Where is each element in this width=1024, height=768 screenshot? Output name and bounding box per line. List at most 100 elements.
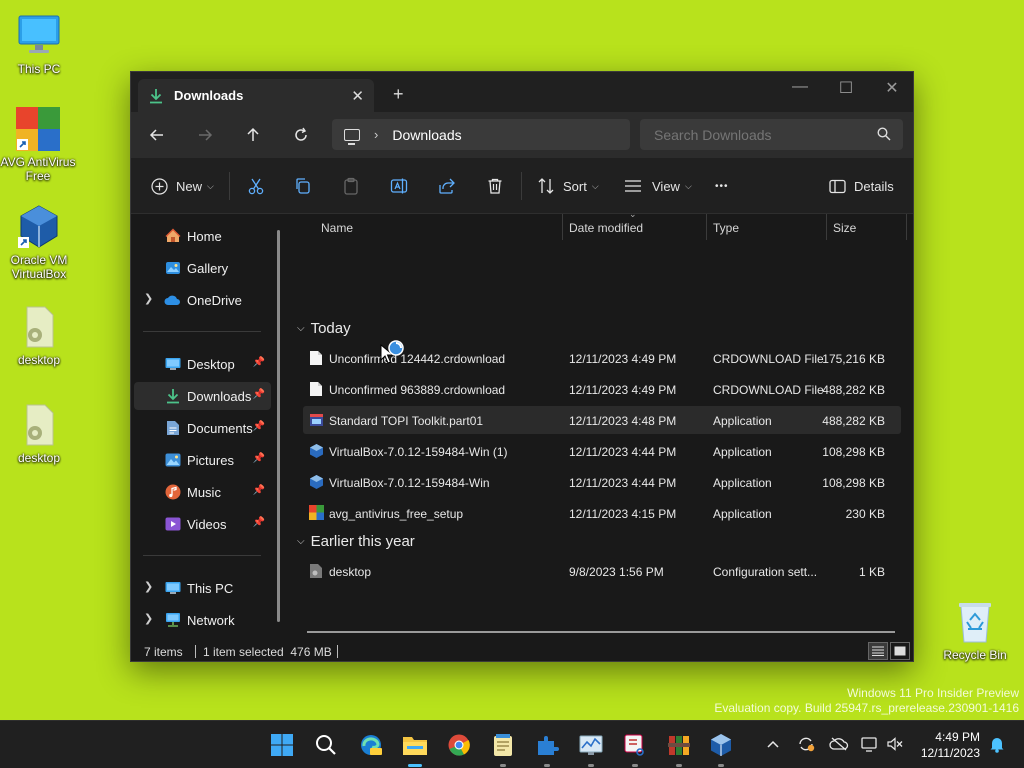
details-pane-icon xyxy=(829,179,846,193)
sidebar-item-home[interactable]: Home xyxy=(134,222,271,250)
column-header-size[interactable]: Size xyxy=(833,221,856,235)
taskbar-edge-preview[interactable] xyxy=(357,731,385,759)
breadcrumb-downloads[interactable]: Downloads xyxy=(392,127,461,143)
onedrive-offline-icon[interactable] xyxy=(828,733,850,755)
show-hidden-icons-chevron[interactable] xyxy=(762,733,784,755)
table-row[interactable]: VirtualBox-7.0.12-159484-Win (1) 12/11/2… xyxy=(303,437,901,465)
column-divider[interactable] xyxy=(706,214,707,240)
file-explorer-window[interactable]: Downloads ✕ + — ☐ ✕ › Downloads Search D… xyxy=(130,71,914,662)
table-row[interactable]: Unconfirmed 963889.crdownload 12/11/2023… xyxy=(303,375,901,403)
desktop-folder-icon xyxy=(164,356,181,372)
up-arrow-icon[interactable] xyxy=(242,124,264,146)
file-list-pane: Name ⌄ Date modified Type Size ⌵ Today U… xyxy=(289,209,915,641)
rename-icon xyxy=(390,178,408,194)
search-box[interactable] xyxy=(640,119,903,150)
taskbar-file-explorer[interactable] xyxy=(401,731,429,767)
table-row[interactable]: desktop 9/8/2023 1:56 PM Configuration s… xyxy=(303,557,901,585)
details-view-toggle[interactable] xyxy=(868,642,888,660)
share-button[interactable] xyxy=(438,176,456,196)
installer-app-icon xyxy=(309,412,324,428)
back-arrow-icon[interactable] xyxy=(146,124,168,146)
paste-button[interactable] xyxy=(342,176,360,196)
desktop-icon-recycle-bin[interactable]: Recycle Bin xyxy=(937,598,1013,662)
desktop-icon-desktop-1[interactable]: desktop xyxy=(1,303,77,367)
tab-downloads[interactable]: Downloads ✕ xyxy=(138,79,374,112)
search-icon[interactable] xyxy=(877,127,891,144)
forward-arrow-icon[interactable] xyxy=(194,124,216,146)
sidebar-item-downloads[interactable]: Downloads 📌 xyxy=(134,382,271,410)
search-input[interactable] xyxy=(654,126,864,143)
new-tab-button[interactable]: + xyxy=(393,84,404,105)
tiles-view-toggle[interactable] xyxy=(890,642,910,660)
start-button[interactable] xyxy=(268,731,296,759)
close-tab-icon[interactable]: ✕ xyxy=(351,87,364,105)
desktop-icon-this-pc[interactable]: This PC xyxy=(1,12,77,76)
taskbar-notepad[interactable] xyxy=(489,731,517,767)
file-name: Unconfirmed 963889.crdownload xyxy=(329,383,506,397)
desktop-icon-virtualbox[interactable]: Oracle VM VirtualBox xyxy=(1,203,77,281)
taskbar-snipping-tool[interactable] xyxy=(621,731,649,767)
view-button[interactable]: View ⌵ xyxy=(624,176,692,196)
rename-button[interactable] xyxy=(390,176,408,196)
chevron-right-icon[interactable]: ❯ xyxy=(144,612,153,625)
table-row[interactable]: VirtualBox-7.0.12-159484-Win 12/11/2023 … xyxy=(303,468,901,496)
sidebar-item-onedrive[interactable]: ❯ OneDrive xyxy=(134,286,271,314)
maximize-button[interactable]: ☐ xyxy=(831,78,861,98)
sidebar-item-videos[interactable]: Videos 📌 xyxy=(134,510,271,538)
sidebar-item-documents[interactable]: Documents 📌 xyxy=(134,414,271,442)
group-header-earlier[interactable]: ⌵ Earlier this year xyxy=(297,533,415,550)
network-display-icon[interactable] xyxy=(859,733,881,755)
column-divider[interactable] xyxy=(826,214,827,240)
delete-button[interactable] xyxy=(486,176,504,196)
group-header-today[interactable]: ⌵ Today xyxy=(297,320,351,337)
breadcrumb-chevron-icon[interactable]: › xyxy=(374,127,378,142)
sort-button[interactable]: Sort ⌵ xyxy=(537,176,599,196)
sidebar-item-network[interactable]: ❯ Network xyxy=(134,606,271,634)
refresh-icon[interactable] xyxy=(290,124,312,146)
taskbar-performance-monitor[interactable] xyxy=(577,731,605,767)
chevron-right-icon[interactable]: ❯ xyxy=(144,292,153,305)
address-bar[interactable]: › Downloads xyxy=(332,119,630,150)
column-header-date[interactable]: Date modified xyxy=(569,221,643,235)
sidebar-item-desktop[interactable]: Desktop 📌 xyxy=(134,350,271,378)
sync-icon[interactable] xyxy=(795,733,817,755)
chevron-right-icon[interactable]: ❯ xyxy=(144,580,153,593)
desktop-icon-avg[interactable]: AVG AntiVirus Free xyxy=(0,105,76,183)
taskbar-app-blue[interactable] xyxy=(533,731,561,767)
sidebar-item-label: Gallery xyxy=(187,260,229,276)
column-divider[interactable] xyxy=(562,214,563,240)
details-pane-button[interactable]: Details xyxy=(829,176,894,196)
video-icon xyxy=(164,516,181,532)
sidebar-item-music[interactable]: Music 📌 xyxy=(134,478,271,506)
sidebar-scrollbar[interactable] xyxy=(277,230,280,622)
column-header-name[interactable]: Name xyxy=(321,221,353,235)
recycle-bin-icon xyxy=(951,598,999,646)
sidebar-item-label: Network xyxy=(187,612,235,628)
table-row[interactable]: avg_antivirus_free_setup 12/11/2023 4:15… xyxy=(303,499,901,527)
more-options-button[interactable]: ••• xyxy=(715,176,729,196)
horizontal-scrollbar[interactable] xyxy=(307,631,895,633)
notification-bell-icon[interactable] xyxy=(986,733,1008,755)
taskbar-winrar[interactable] xyxy=(665,731,693,767)
cut-button[interactable] xyxy=(247,176,265,196)
status-bar: 7 items 1 item selected 476 MB xyxy=(131,641,913,663)
copy-button[interactable] xyxy=(294,176,312,196)
taskbar-virtualbox[interactable] xyxy=(707,731,735,767)
taskbar-chrome[interactable] xyxy=(445,731,473,759)
system-clock[interactable]: 4:49 PM 12/11/2023 xyxy=(912,729,980,761)
title-bar[interactable]: Downloads ✕ + — ☐ ✕ xyxy=(131,72,913,112)
sidebar-item-label: Pictures xyxy=(187,452,234,468)
desktop-icon-desktop-2[interactable]: desktop xyxy=(1,401,77,465)
column-divider[interactable] xyxy=(906,214,907,240)
file-type: CRDOWNLOAD File xyxy=(713,352,824,366)
new-button[interactable]: New ⌵ xyxy=(151,176,214,196)
taskbar-search-button[interactable] xyxy=(312,731,340,759)
column-header-type[interactable]: Type xyxy=(713,221,739,235)
sidebar-item-this-pc[interactable]: ❯ This PC xyxy=(134,574,271,602)
minimize-button[interactable]: — xyxy=(785,78,815,96)
table-row[interactable]: Standard TOPI Toolkit.part01 12/11/2023 … xyxy=(303,406,901,434)
close-window-button[interactable]: ✕ xyxy=(877,78,907,98)
volume-muted-icon[interactable] xyxy=(884,733,906,755)
sidebar-item-gallery[interactable]: Gallery xyxy=(134,254,271,282)
sidebar-item-pictures[interactable]: Pictures 📌 xyxy=(134,446,271,474)
